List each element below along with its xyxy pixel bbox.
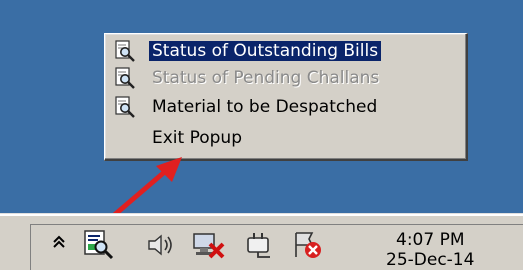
report-magnifier-icon	[115, 96, 135, 118]
menu-item-label: Material to be Despatched	[152, 97, 378, 117]
power-plug-icon[interactable]	[244, 230, 274, 260]
clock-date[interactable]: 25-Dec-14	[386, 250, 474, 270]
volume-icon[interactable]	[146, 232, 176, 258]
network-disconnected-icon[interactable]	[192, 230, 226, 260]
report-magnifier-icon	[115, 67, 135, 89]
action-center-error-icon[interactable]	[292, 230, 324, 260]
menu-item-label: Status of Pending Challans	[152, 68, 380, 88]
clock-time[interactable]: 4:07 PM	[396, 230, 465, 250]
menu-item-outstanding-bills[interactable]: Status of Outstanding Bills	[108, 38, 464, 64]
show-hidden-icons-chevron-icon[interactable]	[50, 233, 68, 251]
app-tray-icon[interactable]	[82, 228, 114, 260]
menu-item-exit-popup[interactable]: Exit Popup	[108, 125, 464, 151]
tray-popup-menu: Status of Outstanding Bills Status of Pe…	[104, 33, 468, 161]
menu-item-material-despatched[interactable]: Material to be Despatched	[108, 94, 464, 120]
report-magnifier-icon	[115, 40, 135, 62]
menu-item-label: Status of Outstanding Bills	[149, 41, 382, 61]
menu-item-label: Exit Popup	[152, 128, 242, 148]
menu-item-pending-challans[interactable]: Status of Pending Challans	[108, 65, 464, 91]
